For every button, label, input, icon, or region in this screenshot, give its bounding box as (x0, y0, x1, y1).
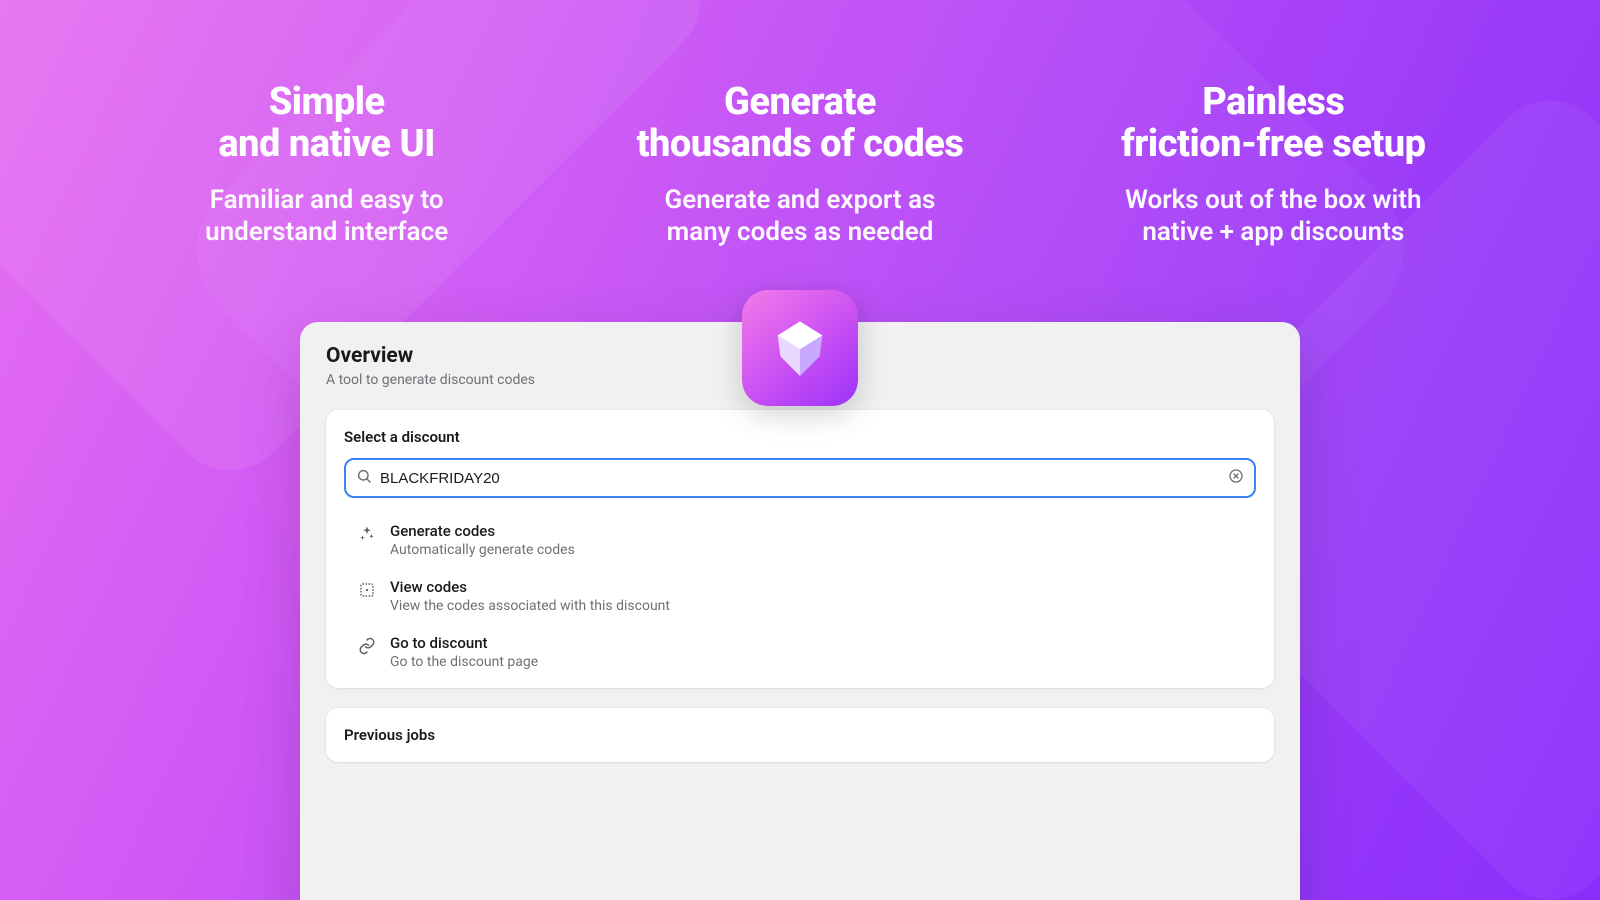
feature-title-line1: Generate (724, 80, 876, 124)
select-discount-card: Select a discount Generate codes (326, 410, 1274, 688)
feature-painless-setup: Painless friction-free setup Works out o… (1037, 82, 1510, 249)
discount-search-field[interactable] (344, 458, 1256, 498)
feature-sub-line1: Generate and export as (665, 185, 936, 215)
feature-sub: Familiar and easy to understand interfac… (118, 184, 535, 249)
action-sub: Automatically generate codes (390, 542, 575, 558)
action-title: Generate codes (390, 522, 575, 540)
action-generate-codes[interactable]: Generate codes Automatically generate co… (344, 512, 1256, 568)
grid-icon (358, 581, 376, 599)
feature-sub: Generate and export as many codes as nee… (591, 184, 1008, 249)
feature-title: Painless friction-free setup (1065, 82, 1482, 166)
discount-actions-list: Generate codes Automatically generate co… (344, 512, 1256, 680)
feature-row: Simple and native UI Familiar and easy t… (0, 82, 1600, 249)
card-title: Previous jobs (344, 726, 1256, 744)
feature-title: Simple and native UI (118, 82, 535, 166)
search-icon (356, 468, 372, 488)
feature-sub: Works out of the box with native + app d… (1065, 184, 1482, 249)
feature-title-line2: thousands of codes (637, 122, 964, 166)
link-icon (358, 637, 376, 655)
feature-sub-line2: many codes as needed (667, 217, 934, 247)
sparkle-icon (358, 525, 376, 543)
feature-title-line1: Painless (1202, 80, 1344, 124)
app-panel: Overview A tool to generate discount cod… (300, 322, 1300, 900)
feature-title-line2: friction-free setup (1121, 122, 1425, 166)
marketing-background: Simple and native UI Familiar and easy t… (0, 0, 1600, 900)
previous-jobs-card: Previous jobs (326, 708, 1274, 762)
feature-title-line1: Simple (269, 80, 385, 124)
feature-sub-line1: Works out of the box with (1125, 185, 1421, 215)
feature-title: Generate thousands of codes (591, 82, 1008, 166)
action-sub: Go to the discount page (390, 654, 538, 670)
clear-input-icon[interactable] (1228, 468, 1244, 488)
feature-generate-codes: Generate thousands of codes Generate and… (563, 82, 1036, 249)
card-title: Select a discount (344, 428, 1256, 446)
app-logo-icon (742, 290, 858, 406)
feature-sub-line2: native + app discounts (1142, 217, 1404, 247)
feature-sub-line2: understand interface (205, 217, 448, 247)
action-title: Go to discount (390, 634, 538, 652)
action-view-codes[interactable]: View codes View the codes associated wit… (344, 568, 1256, 624)
action-go-to-discount[interactable]: Go to discount Go to the discount page (344, 624, 1256, 680)
action-sub: View the codes associated with this disc… (390, 598, 670, 614)
action-title: View codes (390, 578, 670, 596)
feature-simple-ui: Simple and native UI Familiar and easy t… (90, 82, 563, 249)
discount-search-input[interactable] (380, 470, 1218, 487)
feature-sub-line1: Familiar and easy to (210, 185, 444, 215)
feature-title-line2: and native UI (218, 122, 435, 166)
